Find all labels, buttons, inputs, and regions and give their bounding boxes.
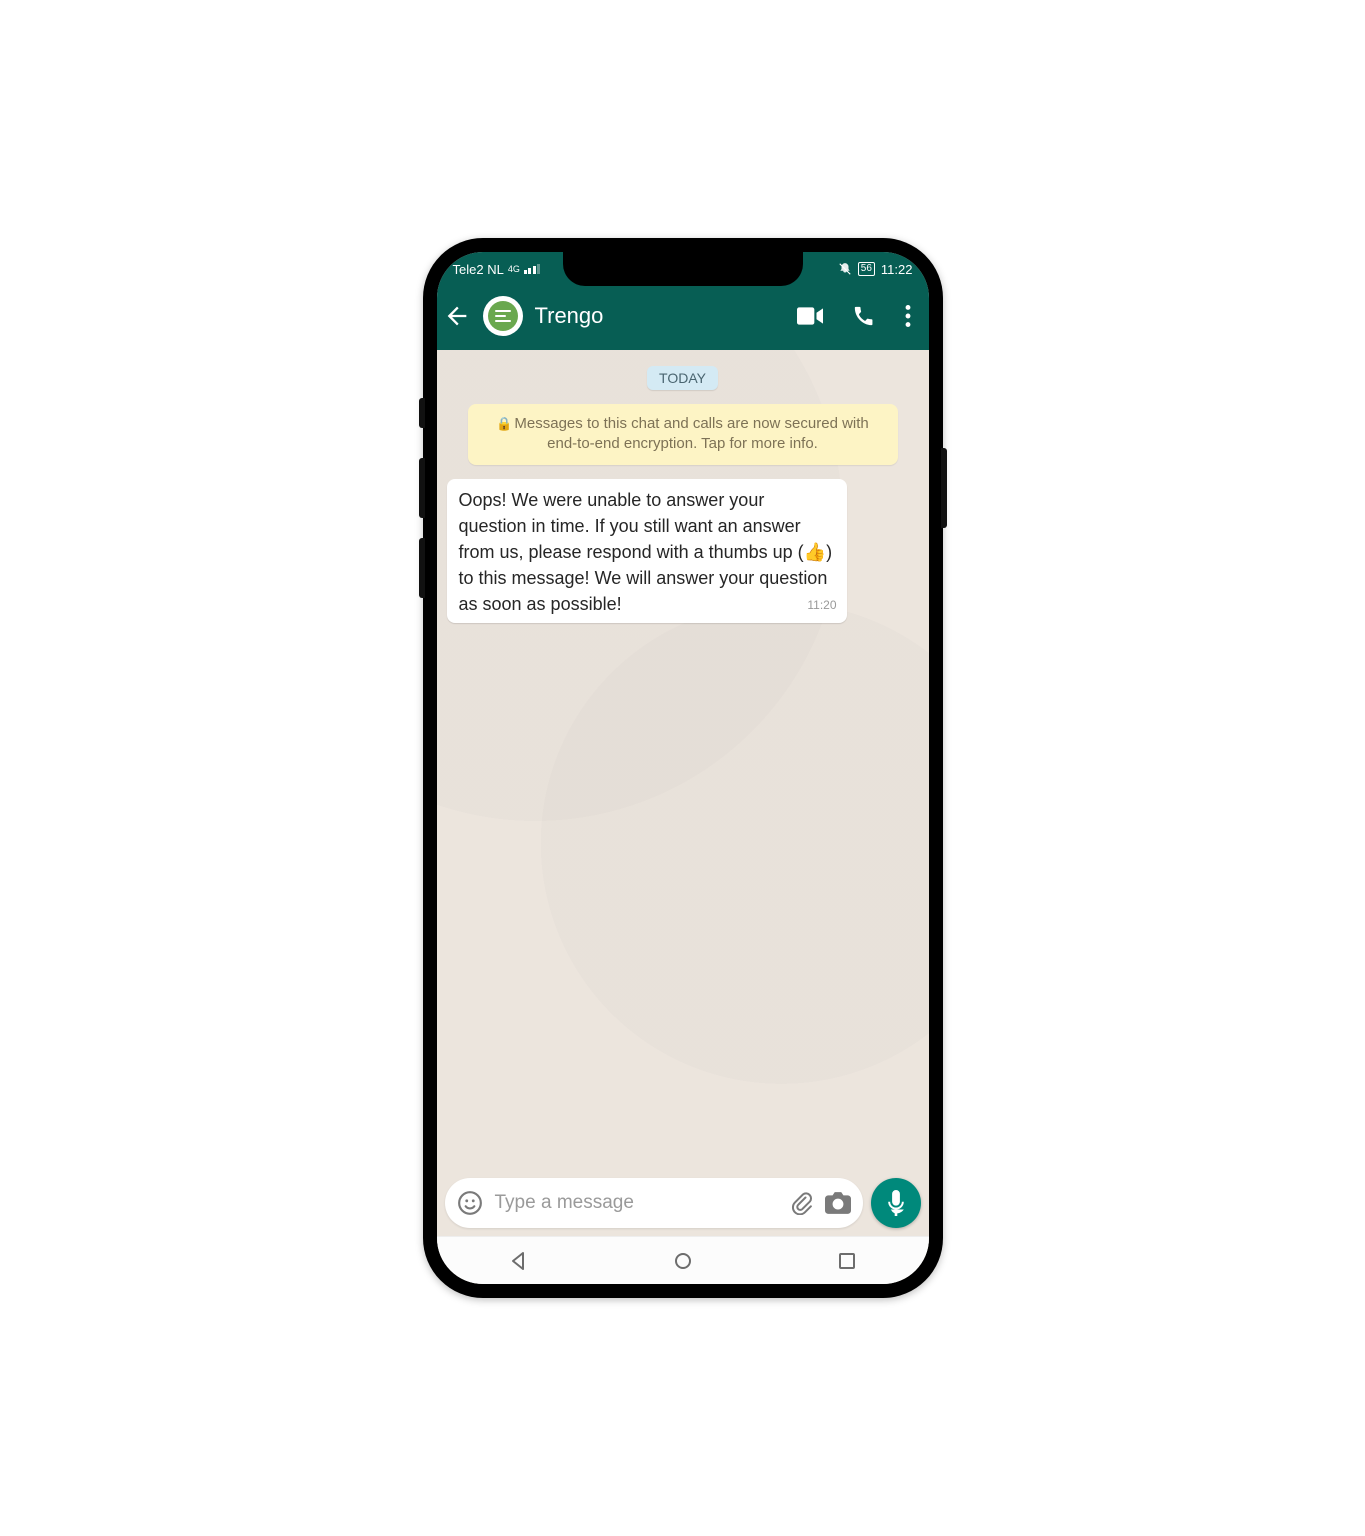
back-icon[interactable] <box>443 302 471 330</box>
encryption-banner[interactable]: 🔒Messages to this chat and calls are now… <box>468 404 898 465</box>
encryption-text: Messages to this chat and calls are now … <box>514 415 868 452</box>
message-time: 11:20 <box>807 597 836 614</box>
status-left: Tele2 NL 4G <box>453 262 541 277</box>
message-input[interactable]: Type a message <box>495 1192 777 1214</box>
chat-body[interactable]: TODAY 🔒Messages to this chat and calls a… <box>437 350 929 1172</box>
avatar[interactable] <box>483 296 523 336</box>
composer: Type a message <box>445 1178 863 1228</box>
message-incoming[interactable]: Oops! We were unable to answer your ques… <box>447 479 847 623</box>
battery-icon: 56 <box>858 262 875 276</box>
message-text: Oops! We were unable to answer your ques… <box>459 490 833 614</box>
status-right: 56 11:22 <box>838 262 913 277</box>
contact-name[interactable]: Trengo <box>535 303 791 329</box>
voice-call-icon[interactable] <box>853 305 875 327</box>
video-call-icon[interactable] <box>797 307 823 325</box>
nav-back-icon[interactable] <box>509 1251 529 1271</box>
lock-icon: 🔒 <box>496 416 512 431</box>
phone-frame: Tele2 NL 4G 56 11:22 Trengo TODA <box>423 238 943 1298</box>
phone-side-button <box>419 398 425 428</box>
mute-icon <box>838 262 852 276</box>
more-icon[interactable] <box>905 305 911 327</box>
date-chip: TODAY <box>647 366 718 390</box>
phone-volume-up <box>419 458 425 518</box>
clock-label: 11:22 <box>881 262 913 277</box>
chat-header: Trengo <box>437 286 929 350</box>
nav-recent-icon[interactable] <box>838 1252 856 1270</box>
screen: Tele2 NL 4G 56 11:22 Trengo TODA <box>437 252 929 1284</box>
nav-home-icon[interactable] <box>673 1251 693 1271</box>
carrier-label: Tele2 NL <box>453 262 504 277</box>
phone-power-button <box>941 448 947 528</box>
signal-icon <box>524 264 541 274</box>
mic-button[interactable] <box>871 1178 921 1228</box>
emoji-icon[interactable] <box>457 1190 483 1216</box>
attach-icon[interactable] <box>789 1191 813 1215</box>
android-nav-bar <box>437 1236 929 1284</box>
notch <box>563 252 803 286</box>
network-label: 4G <box>508 264 520 274</box>
composer-area: Type a message <box>437 1172 929 1236</box>
camera-icon[interactable] <box>825 1192 851 1214</box>
phone-volume-down <box>419 538 425 598</box>
avatar-logo <box>488 301 518 331</box>
